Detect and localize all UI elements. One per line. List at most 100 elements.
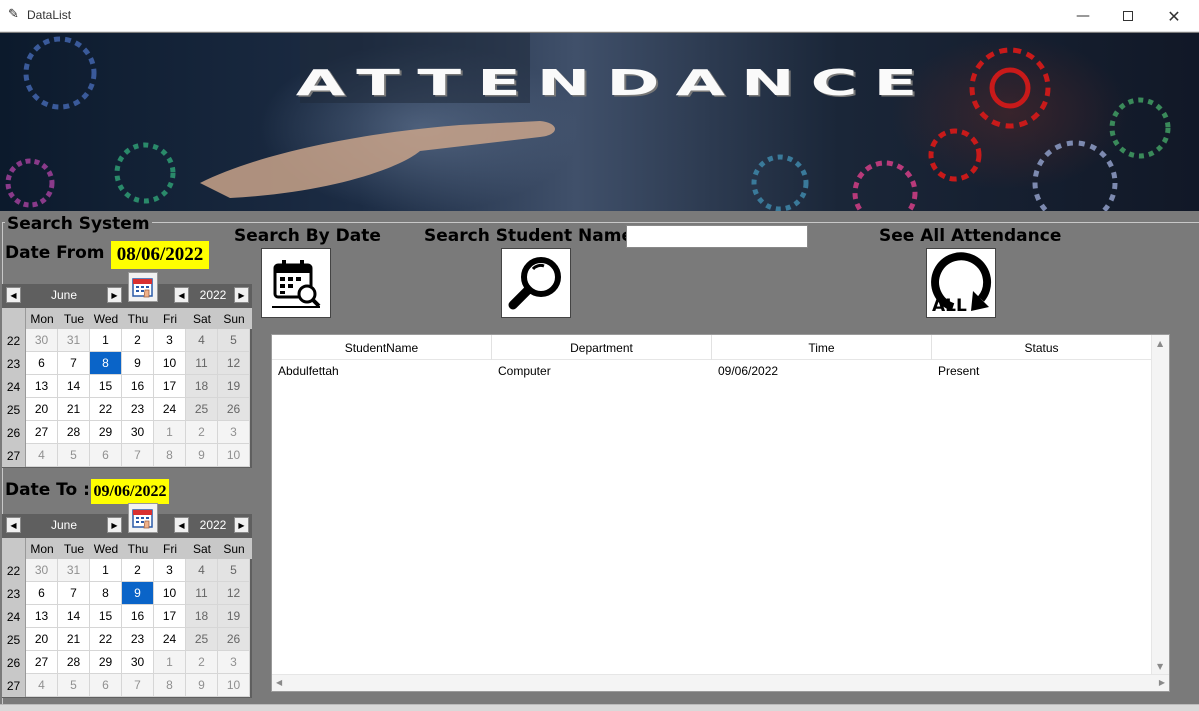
calendar-day[interactable]: 30 (122, 421, 154, 444)
calendar-day[interactable]: 17 (154, 605, 186, 628)
calendar-picker-button[interactable] (128, 503, 158, 533)
calendar-day[interactable]: 11 (186, 352, 218, 375)
calendar-day[interactable]: 18 (186, 605, 218, 628)
prev-year-button[interactable]: ◀ (174, 517, 189, 533)
scroll-down-icon[interactable]: ▼ (1157, 662, 1163, 671)
see-all-button[interactable]: ALL (926, 248, 996, 318)
calendar-day[interactable]: 4 (26, 444, 58, 467)
calendar-day[interactable]: 9 (186, 444, 218, 467)
calendar-day[interactable]: 15 (90, 375, 122, 398)
calendar-day[interactable]: 20 (26, 398, 58, 421)
calendar-day[interactable]: 25 (186, 398, 218, 421)
calendar-day[interactable]: 3 (154, 559, 186, 582)
calendar-day[interactable]: 4 (26, 674, 58, 697)
maximize-button[interactable] (1105, 0, 1151, 32)
column-header[interactable]: Department (492, 335, 712, 360)
calendar-day[interactable]: 13 (26, 605, 58, 628)
column-header[interactable]: Status (932, 335, 1152, 360)
calendar-day-selected[interactable]: 9 (122, 582, 154, 605)
next-month-button[interactable]: ▶ (107, 517, 122, 533)
close-button[interactable]: ✕ (1151, 0, 1197, 32)
calendar-day[interactable]: 28 (58, 421, 90, 444)
calendar-day[interactable]: 1 (154, 651, 186, 674)
calendar-day[interactable]: 7 (122, 444, 154, 467)
calendar-day[interactable]: 1 (90, 559, 122, 582)
calendar-day[interactable]: 31 (58, 559, 90, 582)
scroll-left-icon[interactable]: ◀ (276, 678, 282, 687)
calendar-day[interactable]: 16 (122, 375, 154, 398)
next-month-button[interactable]: ▶ (107, 287, 122, 303)
calendar-day[interactable]: 1 (154, 421, 186, 444)
scroll-up-icon[interactable]: ▲ (1157, 339, 1163, 348)
calendar-day[interactable]: 29 (90, 421, 122, 444)
calendar-day[interactable]: 19 (218, 375, 250, 398)
next-year-button[interactable]: ▶ (234, 287, 249, 303)
scroll-right-icon[interactable]: ▶ (1159, 678, 1165, 687)
calendar-day[interactable]: 6 (90, 444, 122, 467)
calendar-day[interactable]: 23 (122, 398, 154, 421)
calendar-day-selected[interactable]: 8 (90, 352, 122, 375)
calendar-day[interactable]: 30 (122, 651, 154, 674)
calendar-day[interactable]: 14 (58, 375, 90, 398)
calendar-day[interactable]: 2 (186, 421, 218, 444)
calendar-day[interactable]: 7 (122, 674, 154, 697)
calendar-day[interactable]: 14 (58, 605, 90, 628)
column-header[interactable]: StudentName (272, 335, 492, 360)
calendar-day[interactable]: 3 (218, 421, 250, 444)
calendar-picker-button[interactable] (128, 272, 158, 302)
calendar-day[interactable]: 30 (26, 559, 58, 582)
calendar-day[interactable]: 23 (122, 628, 154, 651)
calendar-day[interactable]: 28 (58, 651, 90, 674)
calendar-day[interactable]: 6 (26, 352, 58, 375)
student-name-input[interactable] (626, 225, 808, 248)
calendar-day[interactable]: 6 (26, 582, 58, 605)
calendar-day[interactable]: 8 (154, 444, 186, 467)
search-by-name-button[interactable] (501, 248, 571, 318)
calendar-day[interactable]: 17 (154, 375, 186, 398)
calendar-day[interactable]: 7 (58, 352, 90, 375)
search-by-date-button[interactable] (261, 248, 331, 318)
calendar-day[interactable]: 9 (122, 352, 154, 375)
calendar-day[interactable]: 21 (58, 628, 90, 651)
calendar-day[interactable]: 2 (122, 329, 154, 352)
calendar-day[interactable]: 5 (218, 559, 250, 582)
calendar-day[interactable]: 29 (90, 651, 122, 674)
calendar-day[interactable]: 10 (218, 444, 250, 467)
calendar-day[interactable]: 18 (186, 375, 218, 398)
column-header[interactable]: Time (712, 335, 932, 360)
prev-month-button[interactable]: ◀ (6, 287, 21, 303)
calendar-day[interactable]: 21 (58, 398, 90, 421)
calendar-day[interactable]: 16 (122, 605, 154, 628)
calendar-day[interactable]: 12 (218, 352, 250, 375)
calendar-day[interactable]: 8 (90, 582, 122, 605)
calendar-day[interactable]: 11 (186, 582, 218, 605)
calendar-day[interactable]: 22 (90, 398, 122, 421)
calendar-day[interactable]: 26 (218, 628, 250, 651)
prev-month-button[interactable]: ◀ (6, 517, 21, 533)
calendar-day[interactable]: 26 (218, 398, 250, 421)
calendar-day[interactable]: 25 (186, 628, 218, 651)
minimize-button[interactable]: — (1060, 0, 1106, 32)
calendar-day[interactable]: 5 (218, 329, 250, 352)
calendar-day[interactable]: 15 (90, 605, 122, 628)
calendar-day[interactable]: 1 (90, 329, 122, 352)
calendar-day[interactable]: 12 (218, 582, 250, 605)
calendar-day[interactable]: 27 (26, 421, 58, 444)
calendar-day[interactable]: 10 (154, 582, 186, 605)
table-row[interactable]: Abdulfettah Computer 09/06/2022 Present (272, 361, 1152, 381)
calendar-day[interactable]: 9 (186, 674, 218, 697)
horizontal-scrollbar[interactable]: ◀ ▶ (272, 674, 1169, 691)
calendar-day[interactable]: 22 (90, 628, 122, 651)
calendar-day[interactable]: 4 (186, 559, 218, 582)
calendar-day[interactable]: 27 (26, 651, 58, 674)
calendar-day[interactable]: 24 (154, 398, 186, 421)
prev-year-button[interactable]: ◀ (174, 287, 189, 303)
calendar-day[interactable]: 2 (186, 651, 218, 674)
calendar-day[interactable]: 7 (58, 582, 90, 605)
next-year-button[interactable]: ▶ (234, 517, 249, 533)
calendar-day[interactable]: 13 (26, 375, 58, 398)
calendar-day[interactable]: 30 (26, 329, 58, 352)
calendar-day[interactable]: 4 (186, 329, 218, 352)
calendar-day[interactable]: 5 (58, 674, 90, 697)
calendar-day[interactable]: 24 (154, 628, 186, 651)
